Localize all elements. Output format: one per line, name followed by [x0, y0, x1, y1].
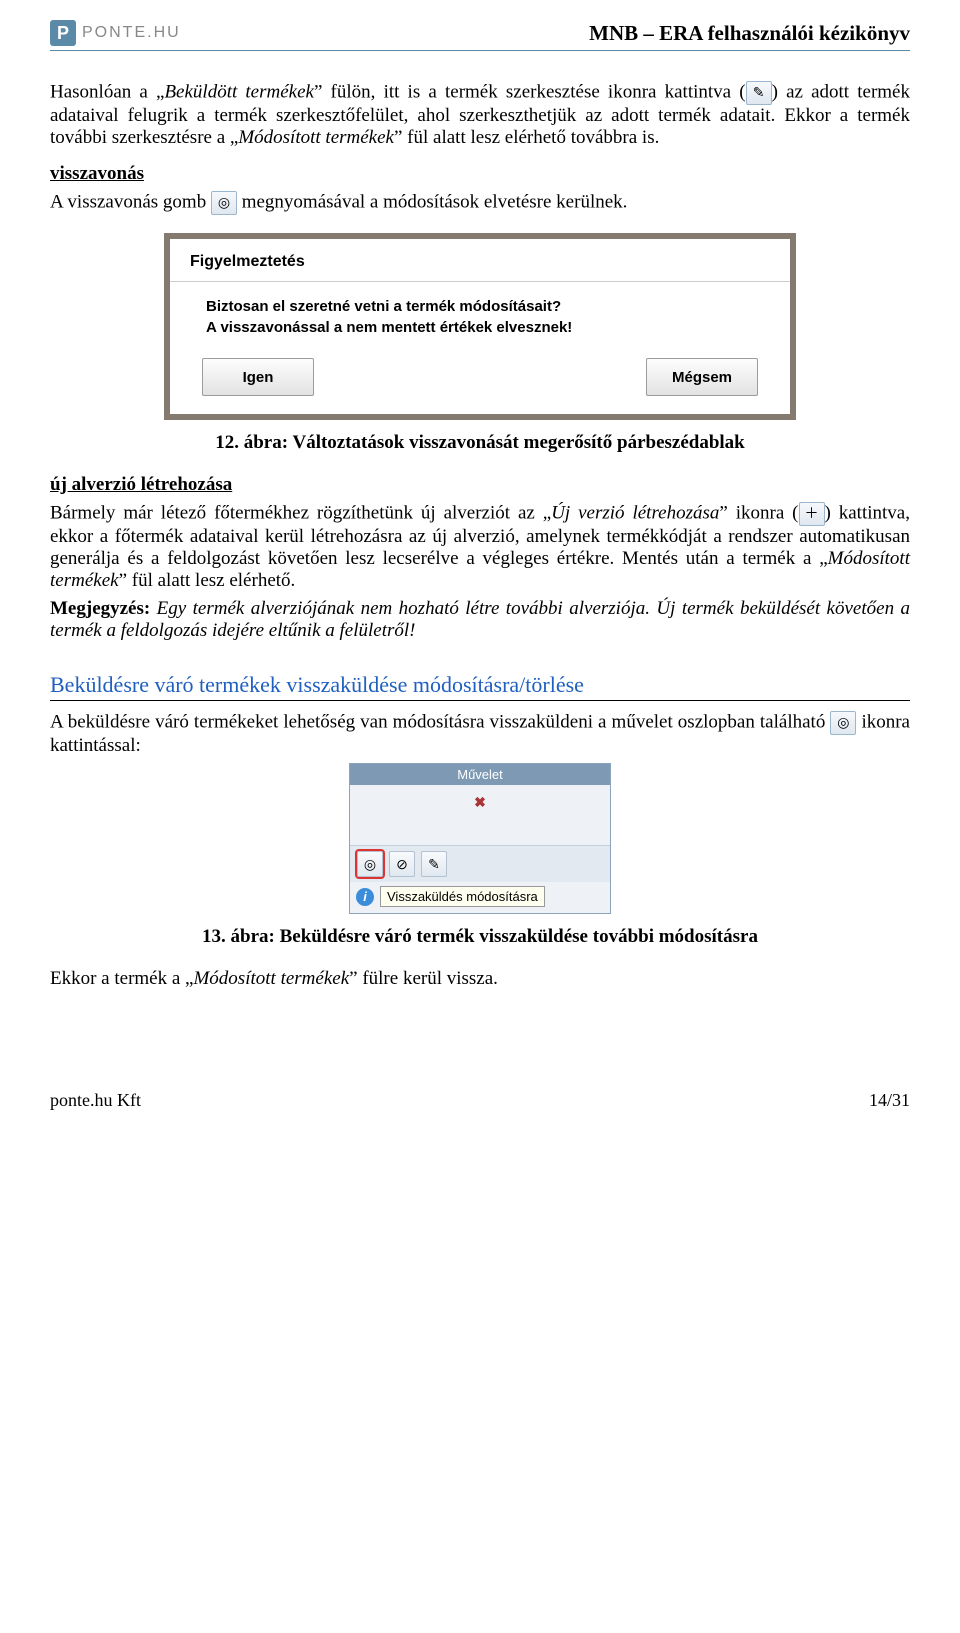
dialog-line-1: Biztosan el szeretné vetni a termék módo…	[206, 296, 770, 317]
document-title: MNB – ERA felhasználói kézikönyv	[589, 21, 910, 46]
figure-12-caption: 12. ábra: Változtatások visszavonását me…	[50, 432, 910, 454]
logo-text: PONTE.HU	[82, 24, 181, 42]
figure-13-caption: 13. ábra: Beküldésre váró termék visszak…	[50, 926, 910, 948]
info-icon: i	[356, 888, 374, 906]
logo: P PONTE.HU	[50, 20, 181, 46]
paragraph-uj-alverzio: Bármely már létező főtermékhez rögzíthet…	[50, 502, 910, 592]
dialog-line-2: A visszavonással a nem mentett értékek e…	[206, 317, 770, 338]
section-heading-uj-alverzio: új alverzió létrehozása	[50, 474, 910, 496]
toolbar: ◎ ⊘ ✎	[350, 845, 610, 882]
paragraph-bekuldesre: A beküldésre váró termékeket lehetőség v…	[50, 711, 910, 757]
undo-icon: ◎	[211, 191, 237, 215]
column-header-muvelet: Művelet	[350, 764, 610, 785]
section-heading-visszavonas: visszavonás	[50, 163, 910, 185]
paragraph-final: Ekkor a termék a „Módosított termékek” f…	[50, 968, 910, 990]
forbid-icon[interactable]: ⊘	[389, 851, 415, 877]
return-toolbar-icon[interactable]: ◎	[357, 851, 383, 877]
footer-right: 14/31	[869, 1090, 910, 1111]
dialog-title: Figyelmeztetés	[170, 239, 790, 275]
dialog-no-button[interactable]: Mégsem	[646, 358, 758, 396]
paragraph-visszavonas: A visszavonás gomb ◎ megnyomásával a mód…	[50, 191, 910, 215]
section-title-bekuldesre: Beküldésre váró termékek visszaküldése m…	[50, 672, 910, 698]
delete-icon[interactable]: ✖	[474, 794, 486, 810]
tooltip-text: Visszaküldés módosításra	[380, 886, 545, 907]
logo-mark: P	[50, 20, 76, 46]
edit-toolbar-icon[interactable]: ✎	[421, 851, 447, 877]
paragraph-1: Hasonlóan a „Beküldött termékek” fülön, …	[50, 81, 910, 149]
page-footer: ponte.hu Kft 14/31	[50, 1090, 910, 1111]
return-icon: ◎	[830, 711, 856, 735]
footer-left: ponte.hu Kft	[50, 1090, 141, 1111]
dialog-screenshot: Figyelmeztetés Biztosan el szeretné vetn…	[50, 233, 910, 420]
note-paragraph: Megjegyzés: Egy termék alverziójának nem…	[50, 598, 910, 642]
toolbar-screenshot: Művelet ✖ ◎ ⊘ ✎ i Visszaküldés módosítás…	[50, 763, 910, 914]
edit-icon: ✎	[746, 81, 772, 105]
dialog-yes-button[interactable]: Igen	[202, 358, 314, 396]
page-header: P PONTE.HU MNB – ERA felhasználói kézikö…	[50, 20, 910, 51]
new-version-icon: ＋	[799, 502, 825, 526]
